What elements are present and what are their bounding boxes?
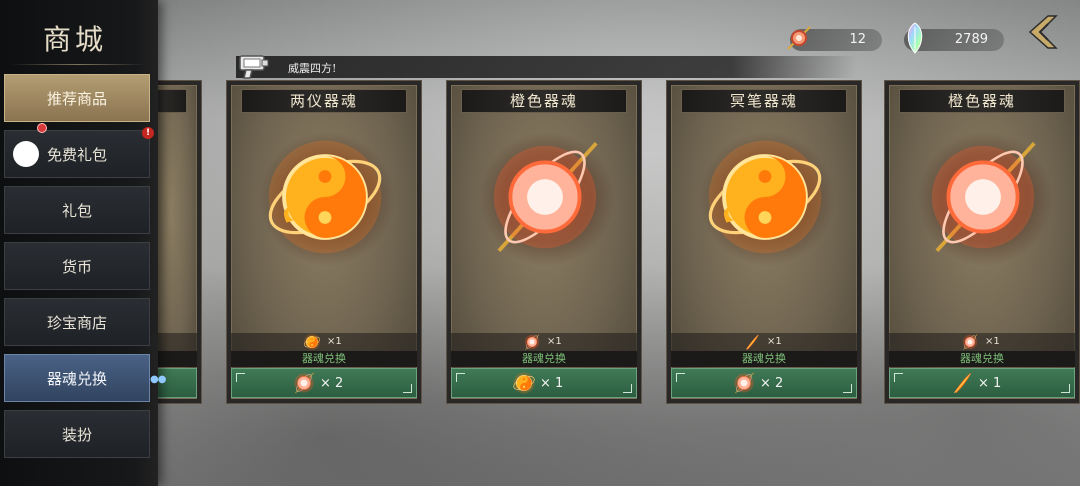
yin-yang-soul-art: [261, 133, 389, 261]
yin-yang-soul-icon: [512, 371, 536, 399]
card-requirement-qty: ×1: [327, 336, 342, 347]
title-divider: [10, 64, 146, 65]
card-requirement-strip: ×1: [671, 333, 857, 351]
card-requirement-strip: ×1: [231, 333, 417, 351]
card-exchange-button[interactable]: × 1: [451, 368, 637, 398]
sidebar-item-label: 礼包: [61, 202, 92, 220]
currency-crystal-value: 2789: [954, 32, 988, 47]
card-cta-label: 器魂兑换: [889, 351, 1075, 367]
card-exchange-button[interactable]: × 2: [231, 368, 417, 398]
announcement-text: 威震四方!: [288, 62, 337, 75]
back-icon[interactable]: [1022, 12, 1062, 52]
card-title: 冥笔器魂: [681, 89, 847, 113]
card-cta-label: 器魂兑换: [671, 351, 857, 367]
currency-soul-orb[interactable]: 12: [787, 26, 882, 51]
sidebar-item-costume[interactable]: 装扮: [4, 410, 150, 458]
card-title: 橙色器魂: [461, 89, 627, 113]
card-cta-label: 器魂兑换: [451, 351, 637, 367]
currency-crystal[interactable]: 2789: [904, 22, 1004, 54]
sidebar-item-currency[interactable]: 货币: [4, 242, 150, 290]
card-exchange-button[interactable]: × 2: [671, 368, 857, 398]
sidebar-item-recommended[interactable]: 推荐商品: [4, 74, 150, 122]
sidebar-item-label: 装扮: [61, 426, 92, 444]
button-corner: [676, 373, 685, 382]
card-requirement-strip: ×1: [889, 333, 1075, 351]
sidebar-item-free-gift[interactable]: ! 免费礼包: [4, 123, 154, 178]
card-requirement-qty: ×1: [767, 336, 782, 347]
button-corner: [623, 384, 632, 393]
megaphone-icon: [239, 55, 269, 79]
card-cta-label: 器魂兑换: [231, 351, 417, 367]
sidebar: 商城 推荐商品 ! 免费礼包 礼包 货币 珍宝商店 器魂兑换 装扮: [0, 0, 158, 486]
button-corner: [456, 373, 465, 382]
shop-title: 商城: [42, 23, 107, 56]
flame-feather-icon: [950, 371, 974, 399]
crystal-feather-icon: [907, 22, 923, 54]
card-title: 两仪器魂: [241, 89, 407, 113]
button-corner: [1061, 384, 1070, 393]
orange-soul-orb-icon: [292, 371, 316, 399]
card-requirement-strip: ×1: [451, 333, 637, 351]
exchange-card[interactable]: 两仪器魂 ×1 器魂兑换 × 2: [226, 80, 422, 404]
card-cost: × 1: [978, 376, 1002, 391]
card-cost: × 2: [320, 376, 344, 391]
button-corner: [236, 373, 245, 382]
sidebar-item-soul-exchange[interactable]: 器魂兑换: [4, 354, 150, 402]
announcement-bar: 威震四方!: [236, 56, 856, 78]
button-corner: [894, 373, 903, 382]
orange-orb-soul-art: [481, 133, 609, 261]
sidebar-item-label: 免费礼包: [46, 146, 107, 164]
avatar-dot: [13, 141, 39, 167]
button-corner: [403, 384, 412, 393]
sidebar-item-label: 货币: [61, 258, 92, 276]
card-requirement-qty: ×1: [547, 336, 562, 347]
orange-orb-soul-art: [919, 133, 1047, 261]
exchange-card[interactable]: 冥笔器魂 ×1 器魂兑换 × 2: [666, 80, 862, 404]
exchange-card[interactable]: 橙色器魂 ×1 器魂兑换 × 1: [884, 80, 1080, 404]
button-corner: [843, 384, 852, 393]
notification-dot: [37, 123, 47, 133]
card-cost: × 1: [540, 376, 564, 391]
yin-yang-soul-art: [701, 133, 829, 261]
orange-soul-orb-icon: [732, 371, 756, 399]
sidebar-item-label: 器魂兑换: [46, 370, 107, 388]
soul-orb-icon: [787, 26, 811, 50]
card-exchange-button[interactable]: × 1: [889, 368, 1075, 398]
card-requirement-qty: ×1: [985, 336, 1000, 347]
sidebar-item-label: 珍宝商店: [46, 314, 107, 332]
sidebar-item-treasure-shop[interactable]: 珍宝商店: [4, 298, 150, 346]
sidebar-item-gift-pack[interactable]: 礼包: [4, 186, 150, 234]
alert-badge: !: [142, 127, 154, 139]
currency-soul-orb-value: 12: [849, 32, 866, 47]
card-title: 橙色器魂: [899, 89, 1065, 113]
sidebar-item-label: 推荐商品: [46, 90, 107, 108]
card-cost: × 2: [760, 376, 784, 391]
exchange-card[interactable]: 橙色器魂 ×1 器魂兑换 × 1: [446, 80, 642, 404]
selection-indicator: ●●: [150, 374, 166, 385]
